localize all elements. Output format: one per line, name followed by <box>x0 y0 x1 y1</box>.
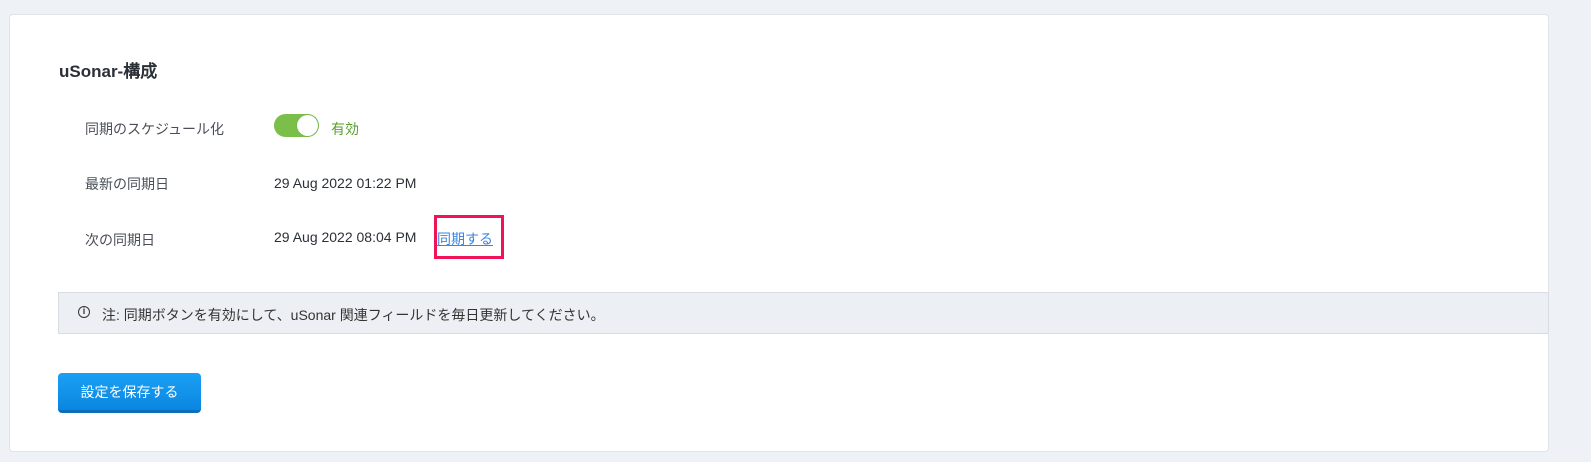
save-settings-button[interactable]: 設定を保存する <box>58 373 201 413</box>
info-icon: i <box>78 306 90 318</box>
note-text: 注: 同期ボタンを有効にして、uSonar 関連フィールドを毎日更新してください… <box>102 307 605 323</box>
schedule-sync-state: 有効 <box>331 121 359 137</box>
next-sync-value: 29 Aug 2022 08:04 PM <box>274 229 417 245</box>
note-banner: i 注: 同期ボタンを有効にして、uSonar 関連フィールドを毎日更新してくだ… <box>58 292 1549 334</box>
schedule-sync-label: 同期のスケジュール化 <box>85 121 225 137</box>
sync-now-link[interactable]: 同期する <box>437 229 493 249</box>
toggle-knob <box>297 115 318 136</box>
configuration-card: uSonar-構成 同期のスケジュール化 有効 最新の同期日 29 Aug 20… <box>9 14 1549 452</box>
page-title: uSonar-構成 <box>59 62 158 81</box>
last-sync-value: 29 Aug 2022 01:22 PM <box>274 175 417 191</box>
last-sync-label: 最新の同期日 <box>85 176 169 192</box>
next-sync-label: 次の同期日 <box>85 232 155 248</box>
schedule-sync-toggle[interactable] <box>274 114 319 137</box>
